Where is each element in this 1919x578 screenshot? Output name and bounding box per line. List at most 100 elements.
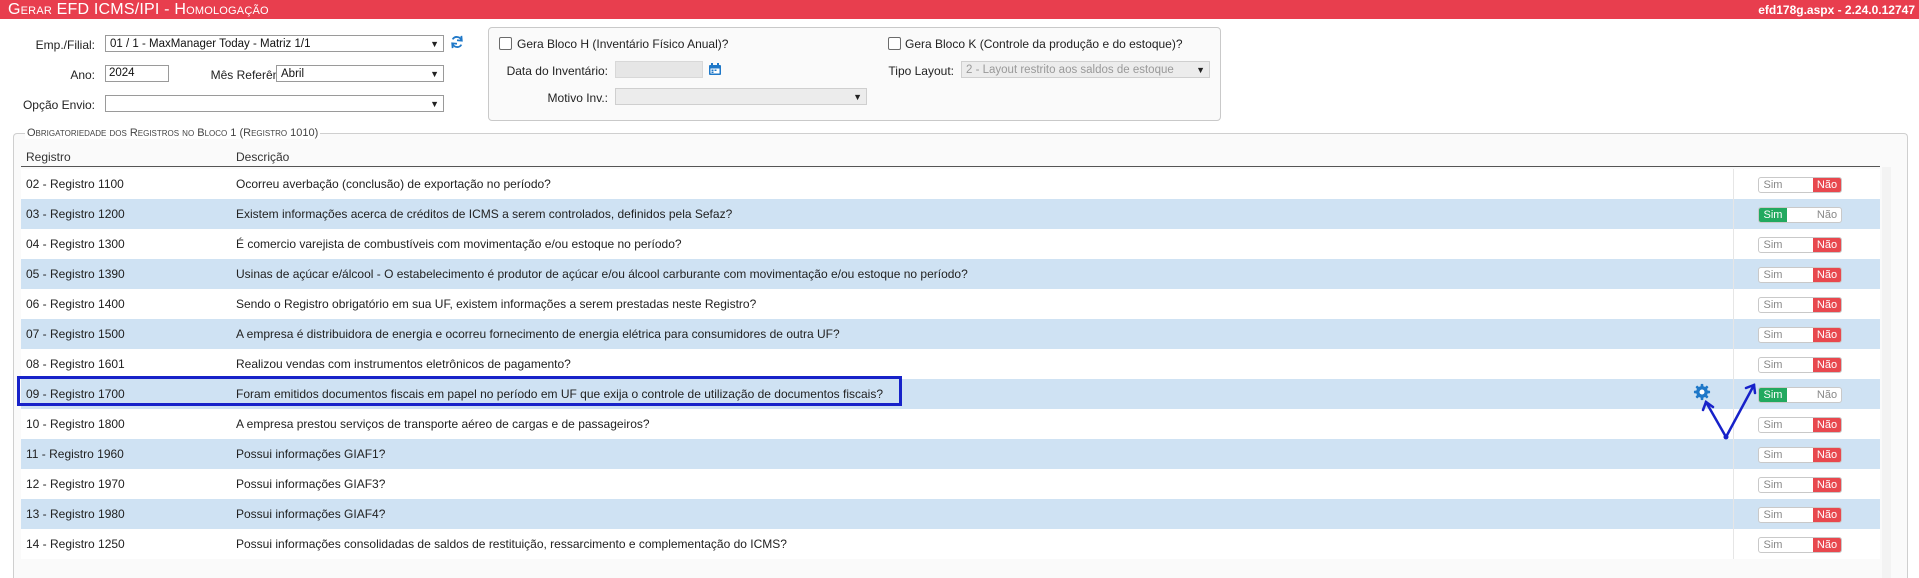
data-inventario-input[interactable] (615, 61, 703, 78)
column-divider (1733, 319, 1734, 349)
sim-nao-toggle[interactable]: Sim Não (1758, 417, 1842, 433)
column-divider (1733, 469, 1734, 499)
toggle-nao-option[interactable]: Não (1813, 508, 1841, 522)
emp-select[interactable]: 01 / 1 - MaxManager Today - Matriz 1/1 ▼ (105, 35, 444, 52)
descricao-cell: É comercio varejista de combustíveis com… (236, 237, 682, 251)
toggle-sim-option[interactable]: Sim (1759, 418, 1787, 432)
column-divider (1733, 529, 1734, 559)
toggle-sim-option[interactable]: Sim (1759, 208, 1787, 222)
column-divider (1733, 229, 1734, 259)
registro-cell: 07 - Registro 1500 (26, 327, 125, 341)
toggle-nao-option[interactable]: Não (1813, 478, 1841, 492)
toggle-sim-option[interactable]: Sim (1759, 328, 1787, 342)
dropdown-arrow-icon: ▼ (430, 69, 439, 79)
toggle-nao-option[interactable]: Não (1813, 538, 1841, 552)
registro-cell: 05 - Registro 1390 (26, 267, 125, 281)
sim-nao-toggle[interactable]: Sim Não (1758, 327, 1842, 343)
registro-cell: 03 - Registro 1200 (26, 207, 125, 221)
bloco-k-checkbox[interactable] (888, 37, 901, 50)
table-row: 13 - Registro 1980 Possui informações GIA… (21, 499, 1880, 529)
registro-cell: 14 - Registro 1250 (26, 537, 125, 551)
mes-select[interactable]: Abril ▼ (276, 65, 444, 82)
ano-input[interactable]: 2024 (105, 65, 169, 82)
sim-nao-toggle[interactable]: Sim Não (1758, 357, 1842, 373)
sim-nao-toggle[interactable]: Sim Não (1758, 297, 1842, 313)
toggle-sim-option[interactable]: Sim (1759, 268, 1787, 282)
sim-nao-toggle[interactable]: Sim Não (1758, 477, 1842, 493)
title-bar: Gerar EFD ICMS/IPI - Homologação efd178g… (0, 0, 1919, 19)
registro-cell: 13 - Registro 1980 (26, 507, 125, 521)
highlight-box (17, 376, 902, 406)
toggle-sim-option[interactable]: Sim (1759, 298, 1787, 312)
toggle-sim-option[interactable]: Sim (1759, 448, 1787, 462)
toggle-nao-option[interactable]: Não (1813, 418, 1841, 432)
toggle-nao-option[interactable]: Não (1813, 208, 1841, 222)
descricao-cell: A empresa é distribuidora de energia e o… (236, 327, 840, 341)
toggle-nao-option[interactable]: Não (1813, 298, 1841, 312)
tipo-layout-select-value: 2 - Layout restrito aos saldos de estoqu… (966, 64, 1174, 76)
refresh-icon[interactable] (450, 35, 464, 49)
sim-nao-toggle[interactable]: Sim Não (1758, 387, 1842, 403)
dropdown-arrow-icon: ▼ (430, 99, 439, 109)
col-registro: Registro (26, 150, 71, 164)
sim-nao-toggle[interactable]: Sim Não (1758, 507, 1842, 523)
descricao-cell: Possui informações GIAF4? (236, 507, 386, 521)
toggle-sim-option[interactable]: Sim (1759, 538, 1787, 552)
toggle-nao-option[interactable]: Não (1813, 238, 1841, 252)
registro-cell: 06 - Registro 1400 (26, 297, 125, 311)
column-divider (1733, 169, 1734, 199)
toggle-sim-option[interactable]: Sim (1759, 178, 1787, 192)
col-descricao: Descrição (236, 150, 290, 164)
descricao-cell: A empresa prestou serviços de transporte… (236, 417, 650, 431)
toggle-nao-option[interactable]: Não (1813, 328, 1841, 342)
descricao-cell: Usinas de açúcar e/álcool - O estabeleci… (236, 267, 968, 281)
mes-select-value: Abril (281, 68, 305, 80)
table-row: 11 - Registro 1960 Possui informações GIA… (21, 439, 1880, 469)
descricao-cell: Existem informações acerca de créditos d… (236, 207, 733, 221)
toggle-sim-option[interactable]: Sim (1759, 478, 1787, 492)
column-divider (1733, 499, 1734, 529)
motivo-select[interactable]: ▼ (615, 88, 867, 105)
table-row: 14 - Registro 1250 Possui informações con… (21, 529, 1880, 559)
table-row: 05 - Registro 1390 Usinas de açúcar e/álc… (21, 259, 1880, 289)
registro-cell: 12 - Registro 1970 (26, 477, 125, 491)
calendar-icon[interactable] (708, 62, 722, 76)
toggle-nao-option[interactable]: Não (1813, 448, 1841, 462)
table-row: 03 - Registro 1200 Existem informações ac… (21, 199, 1880, 229)
dropdown-arrow-icon: ▼ (1196, 65, 1205, 75)
sim-nao-toggle[interactable]: Sim Não (1758, 237, 1842, 253)
table-row: 04 - Registro 1300 É comercio varejista d… (21, 229, 1880, 259)
toggle-sim-option[interactable]: Sim (1759, 508, 1787, 522)
toggle-sim-option[interactable]: Sim (1759, 238, 1787, 252)
dropdown-arrow-icon: ▼ (430, 39, 439, 49)
sim-nao-toggle[interactable]: Sim Não (1758, 537, 1842, 553)
toggle-sim-option[interactable]: Sim (1759, 358, 1787, 372)
bloco-h-checkbox[interactable] (499, 37, 512, 50)
registro-cell: 02 - Registro 1100 (26, 177, 124, 191)
opcao-select[interactable]: ▼ (105, 95, 444, 112)
scrollbar[interactable] (1882, 167, 1891, 578)
data-inventario-label: Data do Inventário: (506, 64, 608, 78)
sim-nao-toggle[interactable]: Sim Não (1758, 267, 1842, 283)
bloco1-legend: Obrigatoriedade dos Registros no Bloco 1… (25, 127, 321, 139)
table-row: 07 - Registro 1500 A empresa é distribuid… (21, 319, 1880, 349)
emp-select-value: 01 / 1 - MaxManager Today - Matriz 1/1 (110, 38, 311, 50)
descricao-cell: Possui informações GIAF3? (236, 477, 386, 491)
toggle-nao-option[interactable]: Não (1813, 178, 1841, 192)
descricao-cell: Sendo o Registro obrigatório em sua UF, … (236, 297, 757, 311)
sim-nao-toggle[interactable]: Sim Não (1758, 177, 1842, 193)
dropdown-arrow-icon: ▼ (853, 92, 862, 102)
toggle-sim-option[interactable]: Sim (1759, 388, 1787, 402)
table-row: 12 - Registro 1970 Possui informações GIA… (21, 469, 1880, 499)
sim-nao-toggle[interactable]: Sim Não (1758, 447, 1842, 463)
toggle-nao-option[interactable]: Não (1813, 388, 1841, 402)
opcao-label: Opção Envio: (22, 98, 95, 112)
toggle-nao-option[interactable]: Não (1813, 268, 1841, 282)
descricao-cell: Possui informações GIAF1? (236, 447, 386, 461)
table-row: 10 - Registro 1800 A empresa prestou serv… (21, 409, 1880, 439)
tipo-layout-select[interactable]: 2 - Layout restrito aos saldos de estoqu… (961, 61, 1210, 78)
sim-nao-toggle[interactable]: Sim Não (1758, 207, 1842, 223)
annotation-arrows (1701, 383, 1757, 440)
toggle-nao-option[interactable]: Não (1813, 358, 1841, 372)
column-divider (1733, 259, 1734, 289)
